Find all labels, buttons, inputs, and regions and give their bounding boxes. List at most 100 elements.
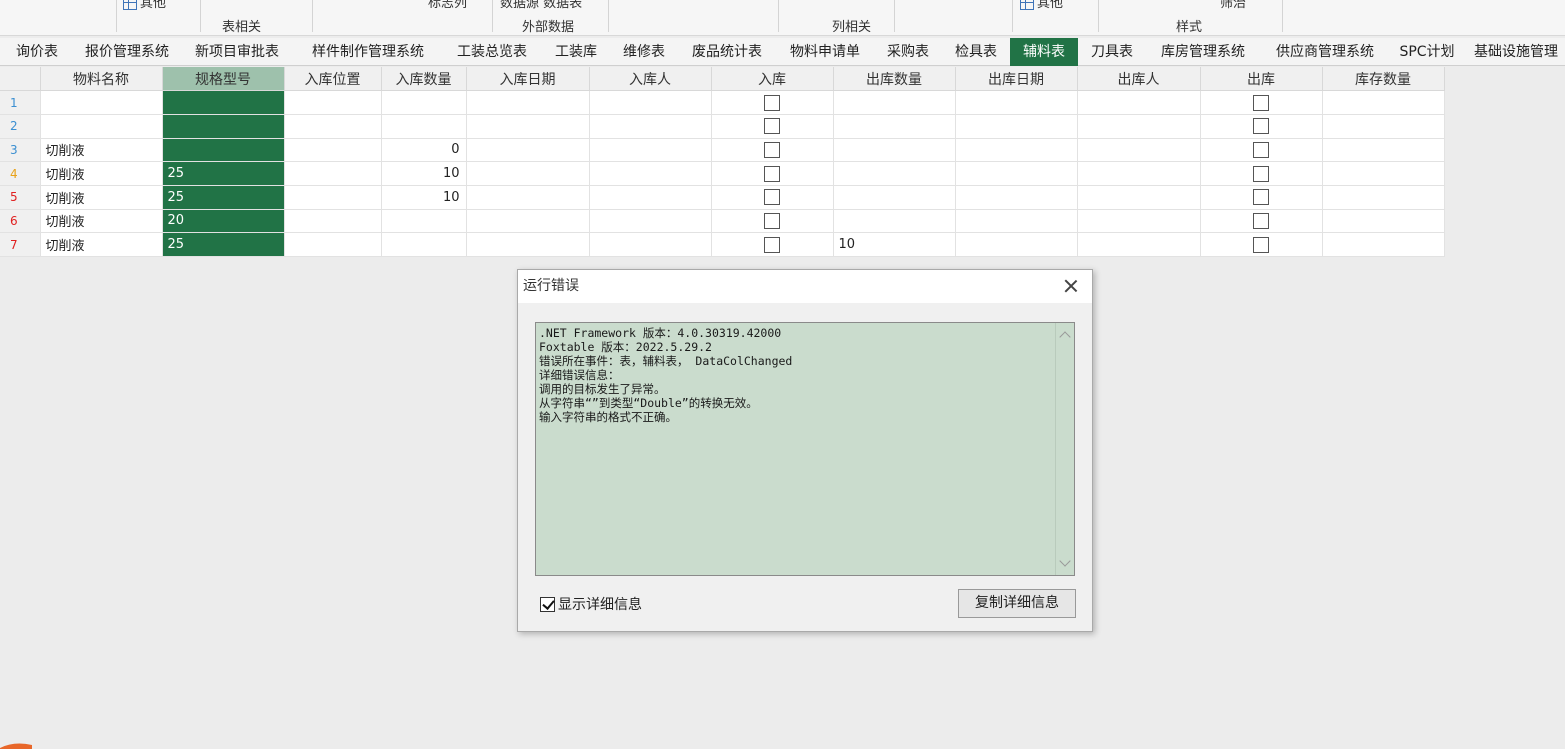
col-header-out-person[interactable]: 出库人 bbox=[1077, 67, 1201, 92]
cell-spec[interactable]: 25 bbox=[162, 161, 285, 186]
cell-spec[interactable]: 25 bbox=[162, 185, 285, 210]
copy-details-button[interactable]: 复制详细信息 bbox=[958, 589, 1076, 618]
cell-in-person[interactable] bbox=[589, 185, 712, 210]
cell-in-date[interactable] bbox=[466, 232, 590, 257]
cell-spec[interactable] bbox=[162, 138, 285, 163]
checkbox[interactable] bbox=[1253, 118, 1269, 135]
cell-material-name[interactable] bbox=[40, 90, 163, 115]
cell-in-date[interactable] bbox=[466, 114, 590, 139]
cell-material-name[interactable]: 切削液 bbox=[40, 185, 163, 210]
row-number[interactable]: 7 bbox=[0, 232, 41, 257]
cell-out-person[interactable] bbox=[1077, 209, 1201, 234]
cell-in-date[interactable] bbox=[466, 209, 590, 234]
cell-in-qty[interactable] bbox=[381, 209, 467, 234]
cell-material-name[interactable]: 切削液 bbox=[40, 161, 163, 186]
cell-out-flag[interactable] bbox=[1200, 209, 1323, 234]
cell-in-flag[interactable] bbox=[711, 138, 834, 163]
cell-out-person[interactable] bbox=[1077, 90, 1201, 115]
cell-in-location[interactable] bbox=[284, 161, 382, 186]
table-row[interactable]: 6 切削液 20 bbox=[0, 209, 1445, 234]
cell-in-person[interactable] bbox=[589, 161, 712, 186]
tab-sample-production[interactable]: 样件制作管理系统 bbox=[294, 38, 442, 66]
error-details-text[interactable]: .NET Framework 版本：4.0.30319.42000 Foxtab… bbox=[535, 322, 1075, 576]
col-header-in-date[interactable]: 入库日期 bbox=[466, 67, 590, 92]
cell-in-flag[interactable] bbox=[711, 161, 834, 186]
cell-in-qty[interactable] bbox=[381, 90, 467, 115]
checkbox[interactable] bbox=[1253, 165, 1269, 182]
cell-out-qty[interactable]: 10 bbox=[833, 232, 956, 257]
row-number[interactable]: 5 bbox=[0, 185, 41, 210]
tab-quote-system[interactable]: 报价管理系统 bbox=[74, 38, 180, 66]
checkbox[interactable] bbox=[764, 118, 780, 135]
cell-out-date[interactable] bbox=[955, 114, 1078, 139]
tab-repair[interactable]: 维修表 bbox=[610, 38, 678, 66]
col-header-out-flag[interactable]: 出库 bbox=[1200, 67, 1323, 92]
col-header-spec[interactable]: 规格型号 bbox=[162, 67, 285, 92]
table-row[interactable]: 2 bbox=[0, 114, 1445, 139]
cell-in-person[interactable] bbox=[589, 138, 712, 163]
cell-material-name[interactable]: 切削液 bbox=[40, 209, 163, 234]
cell-in-date[interactable] bbox=[466, 90, 590, 115]
cell-out-person[interactable] bbox=[1077, 114, 1201, 139]
checkbox[interactable] bbox=[1253, 212, 1269, 229]
cell-material-name[interactable] bbox=[40, 114, 163, 139]
cell-in-person[interactable] bbox=[589, 90, 712, 115]
ribbon-datasource[interactable]: 数据源 数据表 bbox=[500, 0, 582, 11]
row-header-corner[interactable] bbox=[0, 67, 41, 92]
tab-inquiry[interactable]: 询价表 bbox=[0, 38, 74, 66]
cell-out-qty[interactable] bbox=[833, 114, 956, 139]
cell-in-qty[interactable]: 10 bbox=[381, 185, 467, 210]
table-row[interactable]: 7 切削液 25 10 bbox=[0, 232, 1445, 257]
cell-in-location[interactable] bbox=[284, 138, 382, 163]
show-details-checkbox[interactable]: 显示详细信息 bbox=[540, 594, 642, 614]
cell-out-person[interactable] bbox=[1077, 138, 1201, 163]
cell-out-date[interactable] bbox=[955, 90, 1078, 115]
table-row[interactable]: 1 bbox=[0, 90, 1445, 115]
ribbon-filter[interactable]: 筛治 bbox=[1220, 0, 1246, 11]
scroll-up-icon[interactable] bbox=[1059, 331, 1071, 343]
tab-spc-plan[interactable]: SPC计划 bbox=[1390, 38, 1464, 66]
cell-stock-qty[interactable] bbox=[1322, 209, 1445, 234]
checkbox[interactable] bbox=[764, 141, 780, 158]
tab-purchase[interactable]: 采购表 bbox=[874, 38, 942, 66]
ribbon-other-button[interactable]: 其他 bbox=[123, 0, 166, 11]
cell-material-name[interactable]: 切削液 bbox=[40, 138, 163, 163]
cell-out-person[interactable] bbox=[1077, 232, 1201, 257]
cell-out-qty[interactable] bbox=[833, 185, 956, 210]
tab-supplier-system[interactable]: 供应商管理系统 bbox=[1260, 38, 1390, 66]
col-header-out-qty[interactable]: 出库数量 bbox=[833, 67, 956, 92]
cell-out-flag[interactable] bbox=[1200, 138, 1323, 163]
checkbox[interactable] bbox=[764, 165, 780, 182]
cell-in-flag[interactable] bbox=[711, 114, 834, 139]
cell-in-location[interactable] bbox=[284, 209, 382, 234]
tab-new-project-approval[interactable]: 新项目审批表 bbox=[180, 38, 294, 66]
cell-stock-qty[interactable] bbox=[1322, 232, 1445, 257]
ribbon-flag-column[interactable]: 标志列 bbox=[428, 0, 467, 11]
tab-tooling-store[interactable]: 工装库 bbox=[542, 38, 610, 66]
cell-in-person[interactable] bbox=[589, 209, 712, 234]
cell-out-flag[interactable] bbox=[1200, 90, 1323, 115]
cell-in-date[interactable] bbox=[466, 185, 590, 210]
cell-out-qty[interactable] bbox=[833, 138, 956, 163]
cell-out-person[interactable] bbox=[1077, 161, 1201, 186]
checkbox[interactable] bbox=[1253, 141, 1269, 158]
checkbox[interactable] bbox=[1253, 94, 1269, 111]
table-row[interactable]: 5 切削液 25 10 bbox=[0, 185, 1445, 210]
row-number[interactable]: 2 bbox=[0, 114, 41, 139]
cell-out-qty[interactable] bbox=[833, 209, 956, 234]
cell-stock-qty[interactable] bbox=[1322, 138, 1445, 163]
cell-in-qty[interactable]: 0 bbox=[381, 138, 467, 163]
tab-tooling-overview[interactable]: 工装总览表 bbox=[442, 38, 542, 66]
cell-out-date[interactable] bbox=[955, 232, 1078, 257]
col-header-in-person[interactable]: 入库人 bbox=[589, 67, 712, 92]
cell-spec[interactable] bbox=[162, 114, 285, 139]
checkbox[interactable] bbox=[764, 189, 780, 206]
cell-stock-qty[interactable] bbox=[1322, 114, 1445, 139]
cell-material-name[interactable]: 切削液 bbox=[40, 232, 163, 257]
cell-in-flag[interactable] bbox=[711, 90, 834, 115]
cell-spec[interactable] bbox=[162, 90, 285, 115]
col-header-material-name[interactable]: 物料名称 bbox=[40, 67, 163, 92]
tab-infrastructure[interactable]: 基础设施管理 bbox=[1464, 38, 1565, 66]
checkbox-checked-icon[interactable] bbox=[540, 596, 555, 612]
tab-gauge[interactable]: 检具表 bbox=[942, 38, 1010, 66]
